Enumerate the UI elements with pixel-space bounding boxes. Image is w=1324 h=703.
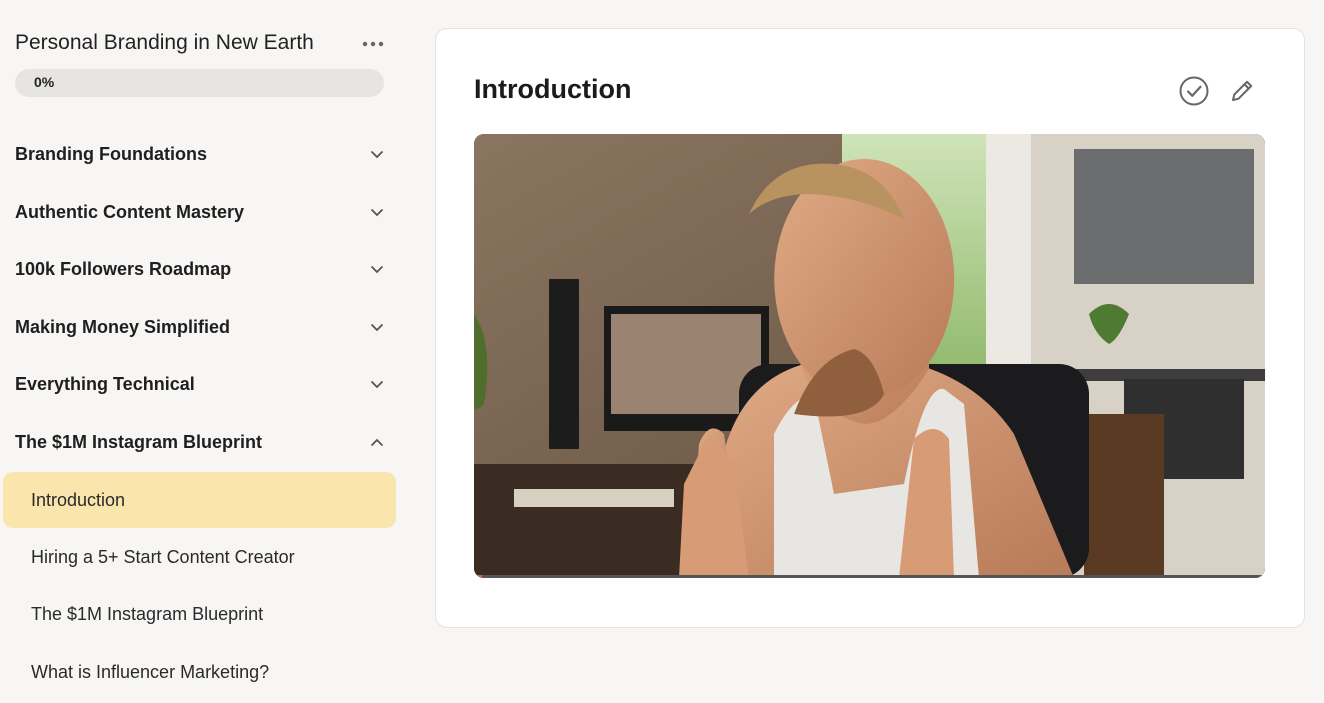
- chevron-down-icon: [369, 146, 385, 162]
- more-horizontal-icon: [362, 41, 384, 47]
- section-label: Everything Technical: [15, 373, 195, 394]
- lesson-item-influencer-marketing[interactable]: What is Influencer Marketing?: [3, 644, 396, 700]
- section-label: Authentic Content Mastery: [15, 201, 245, 222]
- section-label: 100k Followers Roadmap: [15, 258, 232, 279]
- chevron-down-icon: [369, 319, 385, 335]
- edit-lesson-button[interactable]: [1224, 73, 1260, 109]
- lesson-panel: Introduction: [435, 28, 1305, 628]
- section-making-money-simplified[interactable]: Making Money Simplified: [15, 309, 385, 345]
- chevron-down-icon: [369, 204, 385, 220]
- section-100k-followers-roadmap[interactable]: 100k Followers Roadmap: [15, 251, 385, 287]
- video-frame-image: [474, 134, 1265, 578]
- chevron-down-icon: [369, 376, 385, 392]
- lesson-item-instagram-blueprint[interactable]: The $1M Instagram Blueprint: [3, 586, 396, 642]
- section-branding-foundations[interactable]: Branding Foundations: [15, 136, 385, 172]
- lesson-label: What is Influencer Marketing?: [31, 661, 270, 682]
- section-1m-instagram-blueprint[interactable]: The $1M Instagram Blueprint: [15, 424, 385, 460]
- chevron-down-icon: [369, 261, 385, 277]
- course-progress-bar: 0%: [15, 69, 384, 97]
- course-title: Personal Branding in New Earth: [15, 31, 314, 54]
- section-label: Branding Foundations: [15, 143, 207, 164]
- check-circle-icon: [1179, 76, 1209, 106]
- lesson-title: Introduction: [474, 74, 632, 104]
- lesson-label: The $1M Instagram Blueprint: [31, 603, 264, 624]
- chevron-up-icon: [369, 434, 385, 450]
- lesson-label: Hiring a 5+ Start Content Creator: [31, 546, 295, 567]
- section-authentic-content-mastery[interactable]: Authentic Content Mastery: [15, 194, 385, 230]
- progress-label: 0%: [34, 74, 55, 90]
- lesson-item-introduction[interactable]: Introduction: [3, 472, 396, 528]
- more-options-button[interactable]: [358, 34, 388, 54]
- section-everything-technical[interactable]: Everything Technical: [15, 366, 385, 402]
- lesson-item-hiring-content-creator[interactable]: Hiring a 5+ Start Content Creator: [3, 529, 396, 585]
- video-player[interactable]: [474, 134, 1265, 578]
- course-sidebar: Personal Branding in New Earth 0% Brandi…: [0, 0, 410, 703]
- lesson-label: Introduction: [31, 489, 126, 510]
- section-label: Making Money Simplified: [15, 316, 231, 337]
- section-label: The $1M Instagram Blueprint: [15, 431, 263, 452]
- pencil-icon: [1232, 80, 1253, 101]
- mark-complete-button[interactable]: [1176, 73, 1212, 109]
